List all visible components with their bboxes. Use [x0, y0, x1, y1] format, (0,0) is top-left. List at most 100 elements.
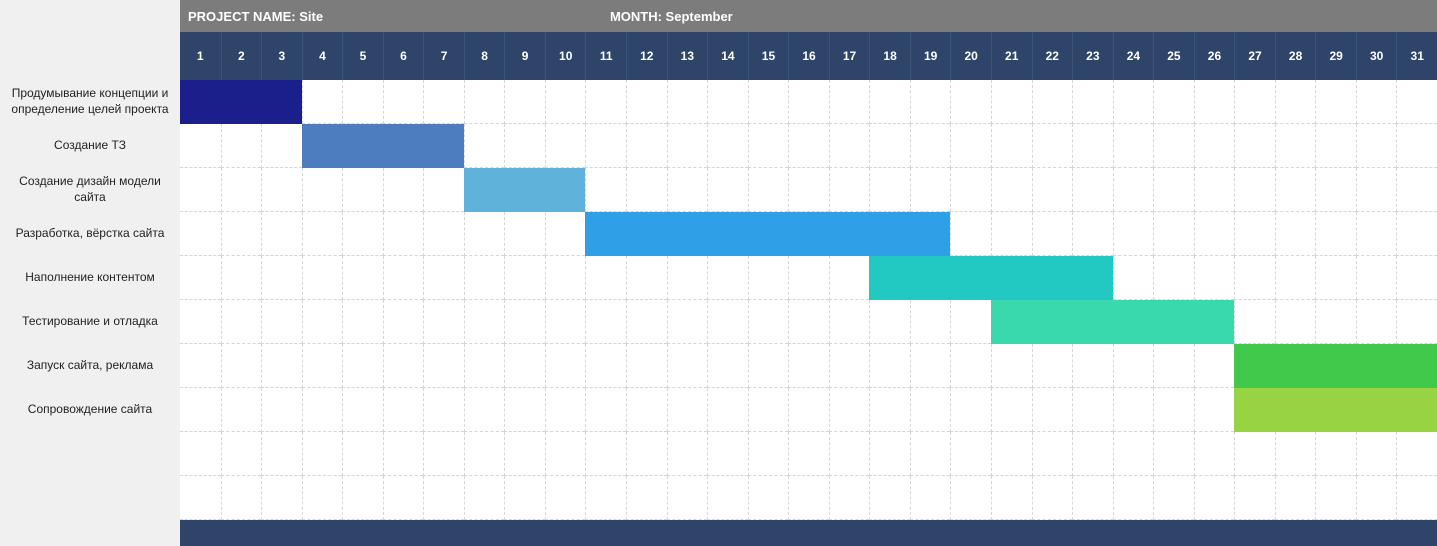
grid-cell	[1315, 476, 1356, 520]
gantt-footer	[0, 520, 1437, 546]
grid-cell	[221, 124, 262, 168]
grid-cell	[1396, 168, 1437, 212]
grid-cell	[869, 432, 910, 476]
grid-cell	[829, 168, 870, 212]
grid-cell	[504, 300, 545, 344]
grid-cell	[545, 212, 586, 256]
grid-cell	[991, 388, 1032, 432]
day-header-cell: 30	[1356, 32, 1397, 80]
grid-cell	[302, 80, 343, 124]
day-header-cell: 23	[1072, 32, 1113, 80]
grid-cell	[950, 80, 991, 124]
day-header-cell: 21	[991, 32, 1032, 80]
grid-cell	[667, 124, 708, 168]
grid-cell	[221, 388, 262, 432]
grid-cell	[1275, 476, 1316, 520]
grid-cell	[1356, 256, 1397, 300]
task-label: Продумывание концепции и определение цел…	[0, 80, 180, 124]
grid-cell	[788, 300, 829, 344]
grid-cell	[261, 300, 302, 344]
grid-cell	[950, 124, 991, 168]
grid-cell	[585, 256, 626, 300]
grid-cell	[829, 388, 870, 432]
grid-cell	[423, 344, 464, 388]
grid-cell	[585, 344, 626, 388]
grid-cell	[910, 344, 951, 388]
grid-cell	[383, 80, 424, 124]
grid-cell	[910, 300, 951, 344]
grid-cell	[1315, 124, 1356, 168]
grid-cell	[707, 344, 748, 388]
empty-row	[0, 476, 1437, 520]
grid-cell	[261, 476, 302, 520]
grid-cell	[1275, 212, 1316, 256]
grid-cell	[261, 344, 302, 388]
grid-cell	[1194, 432, 1235, 476]
grid-cell	[1153, 476, 1194, 520]
task-row: Создание ТЗ	[0, 124, 1437, 168]
grid-cell	[748, 476, 789, 520]
header-bar: PROJECT NAME: Site MONTH: September	[180, 0, 1437, 32]
grid-cell	[991, 212, 1032, 256]
grid-cell	[1234, 80, 1275, 124]
grid-cell	[626, 80, 667, 124]
grid-cell	[504, 80, 545, 124]
month-name: MONTH: September	[610, 9, 1429, 24]
task-row: Запуск сайта, реклама	[0, 344, 1437, 388]
grid-cell	[464, 80, 505, 124]
grid-cell	[910, 80, 951, 124]
grid-cell	[1153, 344, 1194, 388]
grid-cell	[1315, 212, 1356, 256]
task-row: Продумывание концепции и определение цел…	[0, 80, 1437, 124]
day-header-cell: 31	[1396, 32, 1437, 80]
grid-cell	[1275, 300, 1316, 344]
grid-cell	[788, 80, 829, 124]
grid-cell	[221, 212, 262, 256]
grid-cell	[383, 212, 424, 256]
grid-cell	[788, 432, 829, 476]
grid-cell	[829, 124, 870, 168]
grid-cell	[221, 432, 262, 476]
grid-cell	[1234, 212, 1275, 256]
day-header-cell: 5	[342, 32, 383, 80]
grid-cell	[504, 476, 545, 520]
grid-cell	[626, 124, 667, 168]
day-header-cell: 10	[545, 32, 586, 80]
grid-cell	[910, 476, 951, 520]
day-header-cell: 27	[1234, 32, 1275, 80]
day-header-cell: 20	[950, 32, 991, 80]
grid-cell	[1153, 212, 1194, 256]
day-header-cell: 6	[383, 32, 424, 80]
grid-cell	[1356, 300, 1397, 344]
grid-cell	[383, 476, 424, 520]
day-header-cell: 2	[221, 32, 262, 80]
grid-cell	[869, 476, 910, 520]
day-header-cell: 4	[302, 32, 343, 80]
footer-spacer	[0, 520, 180, 546]
grid-cell	[1153, 168, 1194, 212]
grid-cell	[261, 432, 302, 476]
task-bar	[302, 124, 464, 168]
grid-cell	[788, 256, 829, 300]
grid-cell	[221, 344, 262, 388]
task-bar	[585, 212, 950, 256]
grid-cell	[1072, 212, 1113, 256]
grid-cell	[1113, 432, 1154, 476]
grid-cell	[504, 344, 545, 388]
grid-cell	[626, 344, 667, 388]
task-grid	[180, 212, 1437, 256]
task-bar	[464, 168, 586, 212]
grid-cell	[1113, 124, 1154, 168]
grid-cell	[464, 256, 505, 300]
grid-cell	[1113, 80, 1154, 124]
grid-cell	[423, 432, 464, 476]
grid-cell	[261, 168, 302, 212]
grid-cell	[423, 388, 464, 432]
grid-cell	[1194, 212, 1235, 256]
day-header-cell: 1	[180, 32, 221, 80]
grid-cell	[1356, 212, 1397, 256]
day-header-cell: 11	[585, 32, 626, 80]
grid-cell	[1315, 168, 1356, 212]
grid-cell	[910, 124, 951, 168]
task-row: Создание дизайн модели сайта	[0, 168, 1437, 212]
